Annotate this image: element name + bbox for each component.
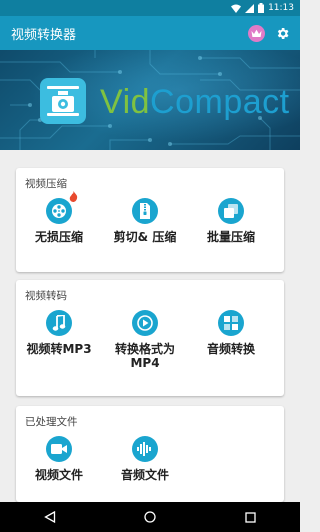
- tool-cut-compress[interactable]: 剪切& 压缩: [102, 198, 188, 244]
- tool-label: 无损压缩: [34, 230, 83, 244]
- stacked-files-icon: [218, 198, 244, 224]
- brand-part-1: Vid: [100, 83, 151, 121]
- brand-wordmark: VidCompact: [100, 83, 290, 121]
- signal-icon: [245, 3, 255, 13]
- tool-audio-files[interactable]: 音频文件: [102, 436, 188, 482]
- audio-wave-icon: [132, 436, 158, 462]
- tool-label: 音频文件: [120, 468, 169, 482]
- status-time: 11:13: [268, 3, 294, 13]
- wifi-icon: [231, 4, 242, 13]
- tool-batch-compress[interactable]: 批量压缩: [188, 198, 274, 244]
- tool-label: 视频转MP3: [26, 342, 92, 356]
- home-icon[interactable]: [144, 511, 157, 523]
- crown-icon: [251, 29, 262, 37]
- tool-audio-convert[interactable]: 音频转换: [188, 310, 274, 370]
- brand-banner: VidCompact: [0, 50, 300, 150]
- tool-label: 转换格式为MP4: [114, 342, 175, 370]
- section-title: 视频转码: [25, 290, 67, 302]
- settings-gear-icon[interactable]: [275, 26, 290, 41]
- system-nav-bar: [0, 502, 300, 532]
- premium-crown-button[interactable]: [248, 24, 265, 42]
- app-logo: [40, 78, 86, 124]
- status-bar: 11:13: [0, 0, 300, 16]
- zip-file-icon: [132, 198, 158, 224]
- page-title: 视频转换器: [11, 27, 77, 43]
- back-icon[interactable]: [44, 511, 56, 523]
- music-note-icon: [46, 310, 72, 336]
- section-title: 视频压缩: [25, 178, 67, 190]
- puzzle-icon: [218, 310, 244, 336]
- card-video-compression: 视频压缩 无损压缩 剪切& 压缩 批量压缩: [16, 168, 284, 272]
- film-reel-icon: [46, 191, 78, 224]
- recents-icon[interactable]: [245, 511, 256, 523]
- film-camera-logo-icon: [47, 86, 79, 116]
- tool-label: 剪切& 压缩: [113, 230, 177, 244]
- app-bar: 视频转换器: [0, 16, 300, 50]
- brand-part-2: Compact: [150, 83, 290, 121]
- flame-icon: [69, 191, 78, 202]
- card-processed-files: 已处理文件 视频文件 音频文件: [16, 406, 284, 502]
- video-file-icon: [46, 436, 72, 462]
- tool-video-files[interactable]: 视频文件: [16, 436, 102, 482]
- section-title: 已处理文件: [25, 416, 78, 428]
- battery-icon: [258, 3, 265, 13]
- tool-label: 批量压缩: [206, 230, 255, 244]
- tool-lossless-compress[interactable]: 无损压缩: [16, 191, 102, 244]
- play-icon: [132, 310, 158, 336]
- tool-convert-to-mp4[interactable]: 转换格式为MP4: [102, 310, 188, 370]
- tool-label: 视频文件: [34, 468, 83, 482]
- card-video-transcoding: 视频转码 视频转MP3 转换格式为MP4 音频转换: [16, 280, 284, 396]
- tool-video-to-mp3[interactable]: 视频转MP3: [16, 310, 102, 370]
- tool-label: 音频转换: [206, 342, 255, 356]
